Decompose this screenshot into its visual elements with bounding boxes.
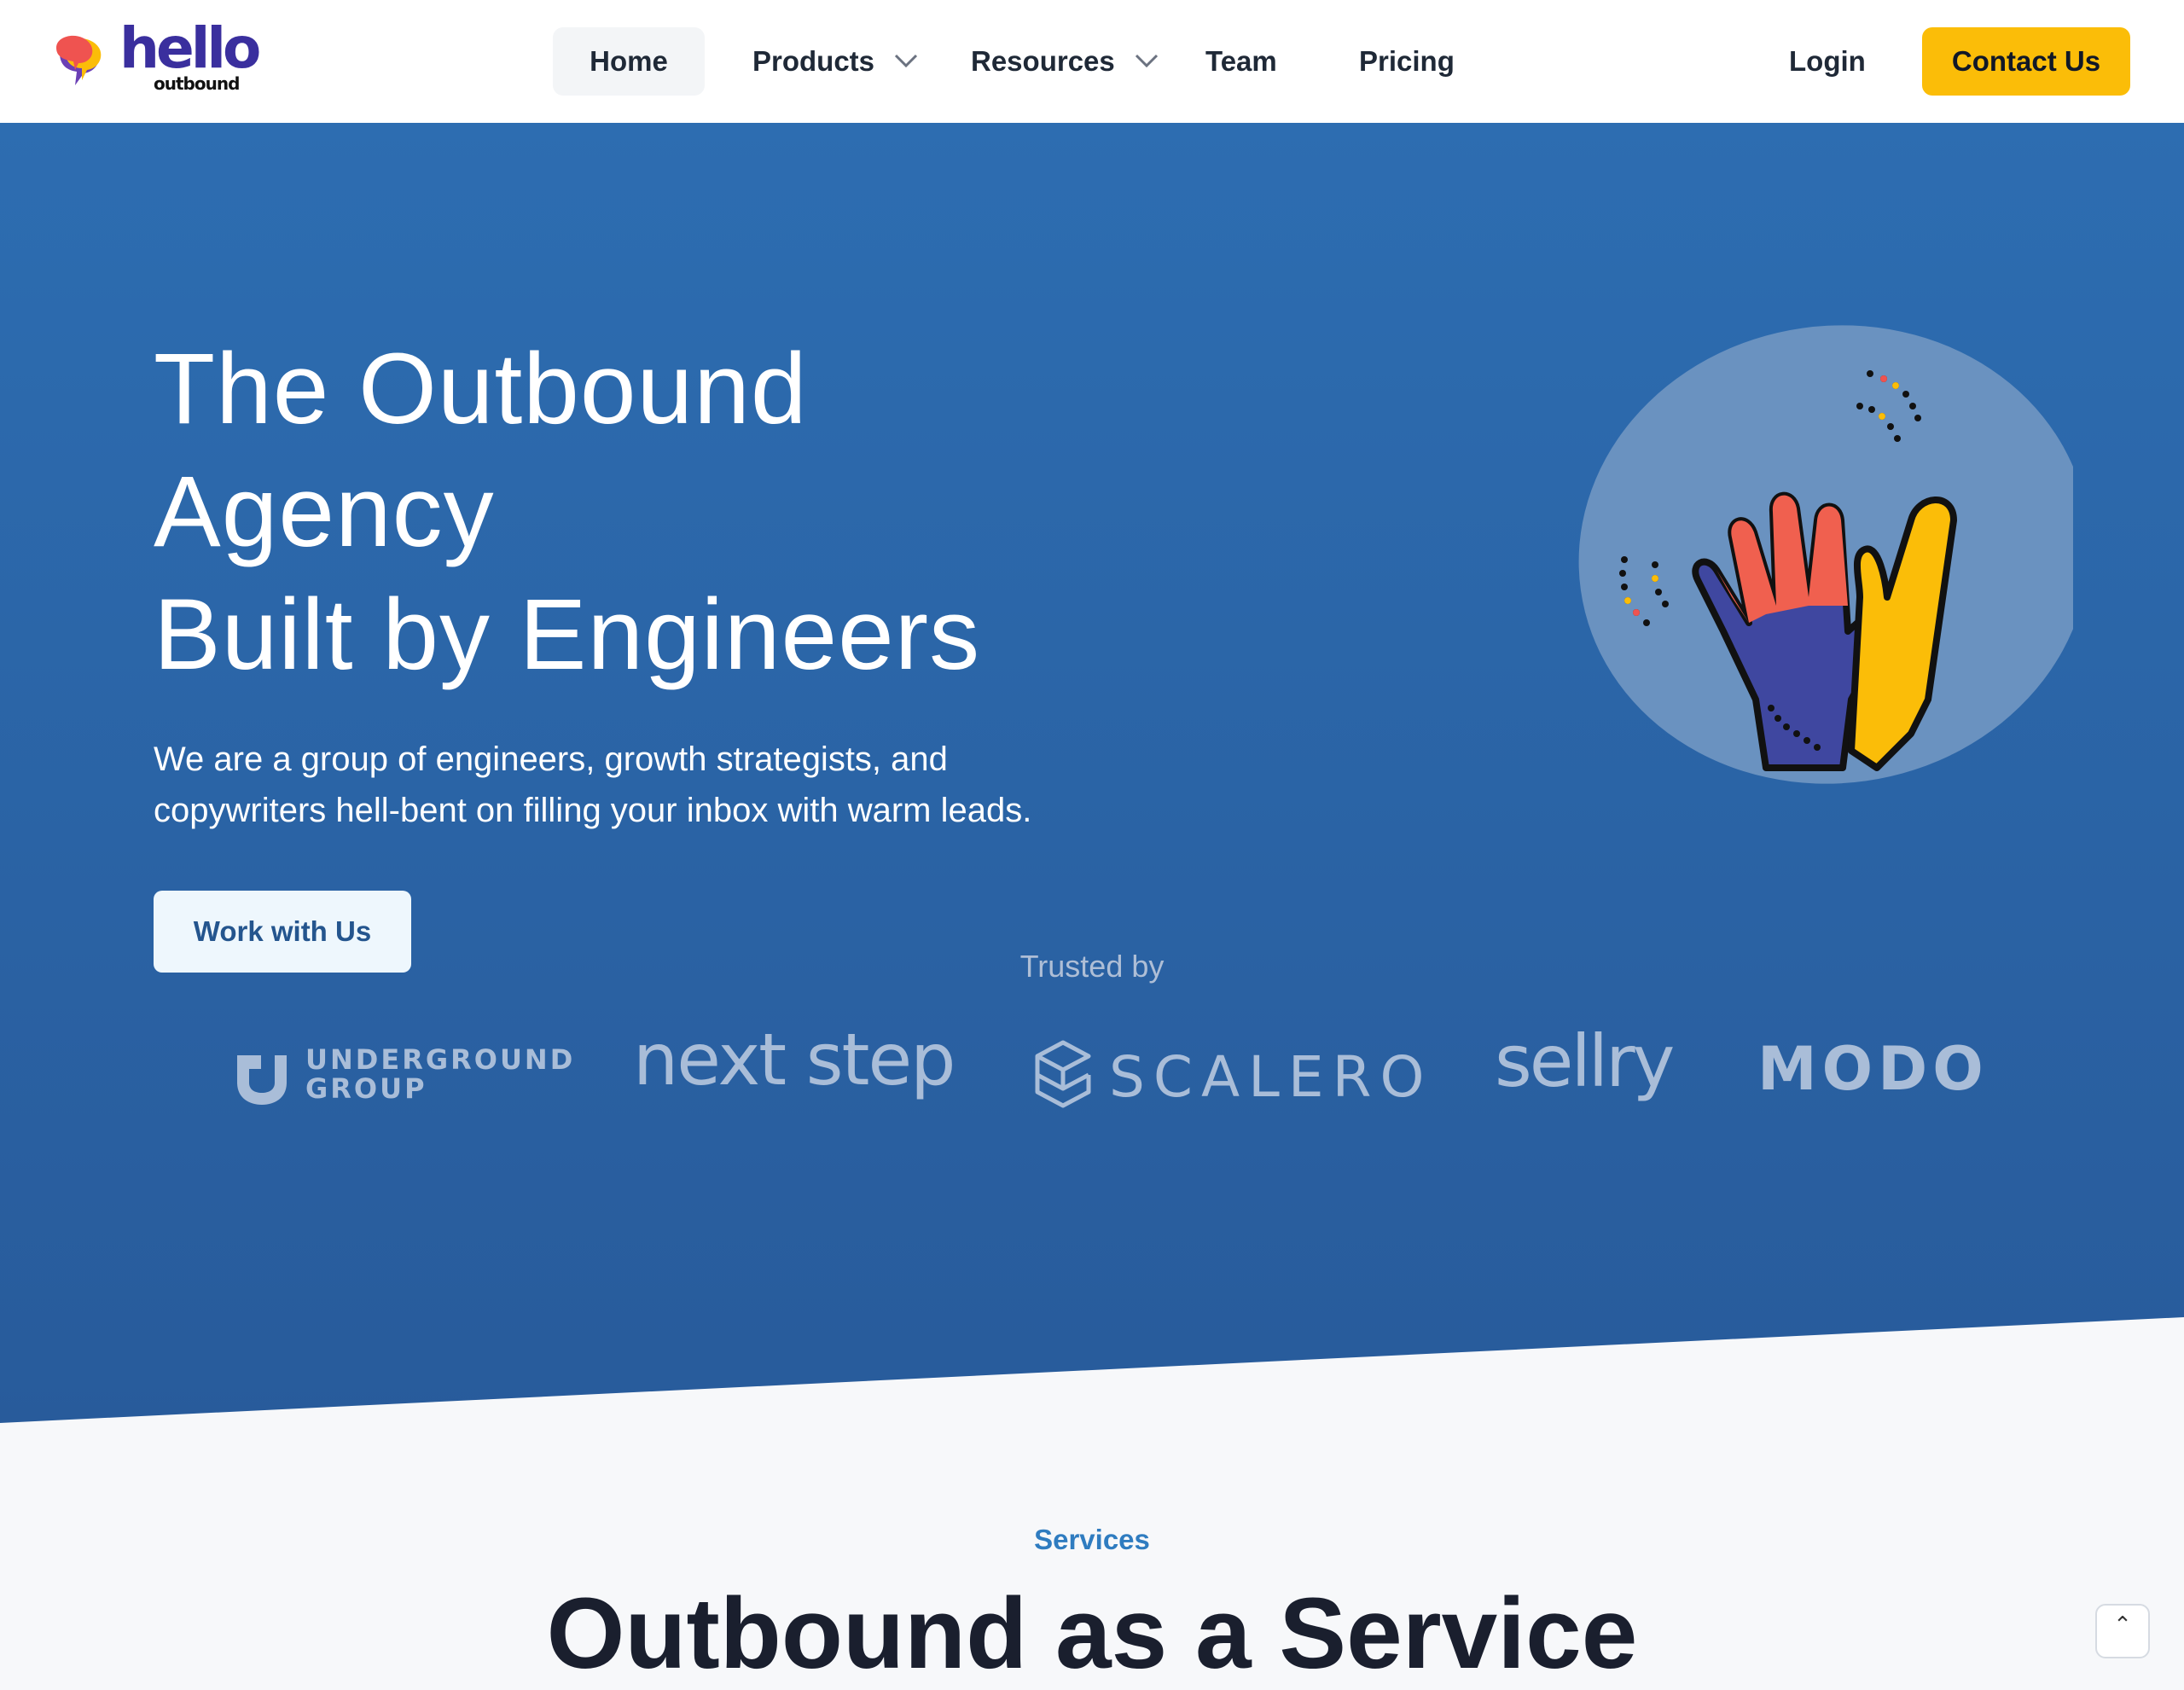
sellry-logo: sellry [1495,1019,1675,1103]
nav-resources[interactable]: Resources [971,27,1159,96]
logo-text-line: GROUP [305,1072,427,1105]
nav-team[interactable]: Team [1205,27,1277,96]
underground-u-icon [237,1055,287,1105]
hero-title-line: Built by Engineers [154,578,981,691]
modo-logo: MODO [1757,1034,1989,1104]
scalero-logo: SCALERO [1032,1039,1424,1116]
hero-title-line: Agency [154,456,495,568]
logo-text-line: UNDERGROUND [305,1043,576,1076]
trusted-by-label: Trusted by [1019,949,1165,984]
underground-group-logo: UNDERGROUND GROUP [232,1045,572,1122]
top-navbar: hello outbound Home Products Resources T… [0,0,2184,123]
hero-title: The Outbound Agency Built by Engineers [154,328,1263,696]
logo-wordmark: hello [119,15,261,81]
hero-title-line: The Outbound [154,333,808,445]
hero-subtitle-line: We are a group of engineers, growth stra… [154,740,948,778]
scalero-text: SCALERO [1109,1044,1433,1110]
chevron-down-icon [895,55,918,68]
login-link[interactable]: Login [1789,27,1866,96]
contact-us-button[interactable]: Contact Us [1922,27,2130,96]
next-step-logo: next step [633,1018,956,1101]
services-eyebrow: Services [1034,1524,1150,1555]
scroll-to-top-button[interactable]: ⌃ [2095,1604,2150,1658]
chevron-down-icon [1135,55,1158,68]
scalero-cube-icon [1035,1040,1091,1108]
hero-subtitle: We are a group of engineers, growth stra… [154,734,1194,836]
high-five-hands-icon [1578,325,2073,784]
nav-home[interactable]: Home [553,27,705,96]
nav-pricing[interactable]: Pricing [1359,27,1455,96]
nav-resources-label: Resources [971,45,1115,77]
logo-subtext: outbound [154,73,240,94]
speech-bubble-logo-icon [56,35,102,85]
chevron-up-icon: ⌃ [2113,1612,2132,1637]
hero-subtitle-line: copywriters hell-bent on filling your in… [154,792,1032,829]
nav-products-label: Products [752,45,875,77]
services-title: Outbound as a Service [546,1577,1638,1690]
hello-outbound-logo[interactable]: hello outbound [53,20,261,99]
underground-group-text: UNDERGROUND GROUP [305,1045,575,1103]
nav-products[interactable]: Products [752,27,918,96]
